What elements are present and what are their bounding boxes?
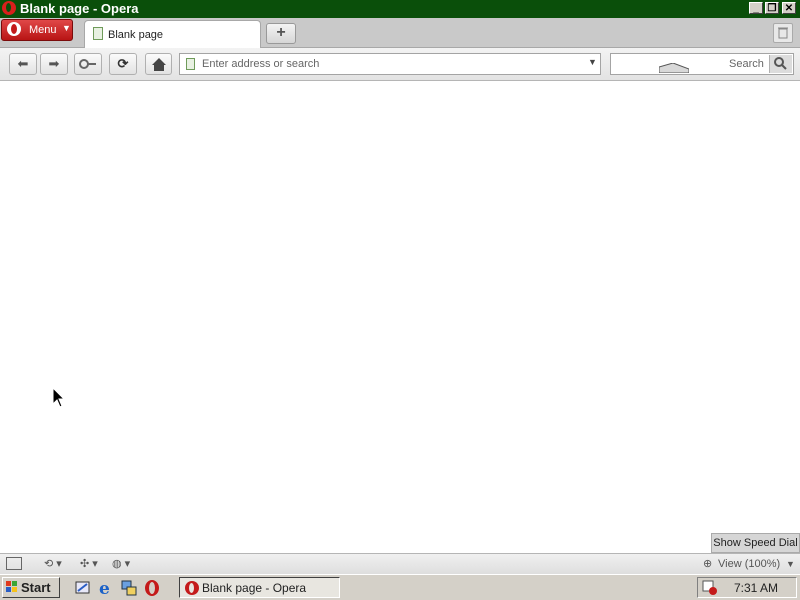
title-bar[interactable]: Blank page - Opera _ ❐ ✕ <box>0 0 800 18</box>
wand-button[interactable] <box>74 53 102 75</box>
restore-button[interactable]: ❐ <box>765 2 779 14</box>
opera-logo-icon <box>185 581 199 595</box>
search-input[interactable] <box>729 57 769 71</box>
menu-label: Menu <box>29 24 57 36</box>
back-button[interactable]: ⬅ <box>9 53 37 75</box>
start-label: Start <box>21 580 51 595</box>
search-engine-icon <box>659 63 689 73</box>
window-title: Blank page - Opera <box>20 1 139 16</box>
home-icon <box>151 58 166 71</box>
page-icon <box>186 58 195 70</box>
system-tray: 7:31 AM <box>697 577 797 598</box>
show-speed-dial-button[interactable]: Show Speed Dial <box>711 533 800 553</box>
chevron-down-icon[interactable]: ▼ <box>588 57 597 67</box>
windows-logo-icon <box>6 581 17 592</box>
address-field[interactable]: ▼ <box>179 53 601 75</box>
status-bar: ⟲ ▾ ✣ ▾ ◍ ▾ ⊕ View (100%) ▼ <box>0 553 800 574</box>
tab-strip: Menu ▼ Blank page + <box>0 18 800 48</box>
panel-toggle-icon[interactable] <box>6 557 22 570</box>
arrow-left-icon: ⬅ <box>17 56 29 71</box>
trash-icon <box>778 27 788 39</box>
show-desktop-icon[interactable] <box>74 579 92 597</box>
navigation-toolbar: ⬅ ➡ ⟳ ▼ <box>0 48 800 81</box>
forward-button[interactable]: ➡ <box>40 53 68 75</box>
page-icon <box>93 27 103 40</box>
arrow-right-icon: ➡ <box>48 56 60 71</box>
turbo-icon[interactable]: ◍ ▾ <box>112 557 130 571</box>
trash-button[interactable] <box>773 23 793 43</box>
taskbar: Start e Blank page - Opera 7:31 AM <box>0 574 800 600</box>
key-icon <box>79 59 96 69</box>
clock[interactable]: 7:31 AM <box>734 581 778 595</box>
close-button[interactable]: ✕ <box>782 2 796 14</box>
opera-quicklaunch-icon[interactable] <box>143 579 161 597</box>
search-button[interactable] <box>769 55 792 73</box>
taskbar-item-label: Blank page - Opera <box>202 581 307 595</box>
tab-label: Blank page <box>108 29 164 41</box>
tray-alert-icon[interactable] <box>702 580 718 596</box>
opera-logo-icon <box>2 1 16 15</box>
sync-icon[interactable]: ⟲ ▾ <box>44 557 62 571</box>
home-button[interactable] <box>145 53 172 75</box>
search-icon <box>774 57 787 70</box>
page-content[interactable] <box>0 81 800 553</box>
mouse-cursor-icon <box>52 387 66 408</box>
opera-menu-button[interactable]: Menu ▼ <box>1 19 73 41</box>
reload-icon: ⟳ <box>117 56 129 71</box>
unite-icon[interactable]: ✣ ▾ <box>80 557 98 571</box>
minimize-button[interactable]: _ <box>749 2 763 14</box>
start-button[interactable]: Start <box>2 577 60 598</box>
chevron-down-icon: ▼ <box>62 23 71 33</box>
opera-logo-icon <box>7 22 21 36</box>
new-tab-button[interactable]: + <box>266 23 296 44</box>
network-icon[interactable] <box>120 579 138 597</box>
tab-blank-page[interactable]: Blank page <box>84 20 261 48</box>
chevron-down-icon[interactable]: ▼ <box>786 557 795 571</box>
zoom-level[interactable]: View (100%) <box>718 558 780 570</box>
internet-explorer-icon[interactable]: e <box>97 579 115 597</box>
search-field[interactable] <box>610 53 794 75</box>
reload-button[interactable]: ⟳ <box>109 53 137 75</box>
taskbar-item-opera[interactable]: Blank page - Opera <box>179 577 340 598</box>
zoom-icon: ⊕ <box>703 558 713 570</box>
svg-text:e: e <box>99 579 110 597</box>
address-input[interactable] <box>202 56 582 72</box>
